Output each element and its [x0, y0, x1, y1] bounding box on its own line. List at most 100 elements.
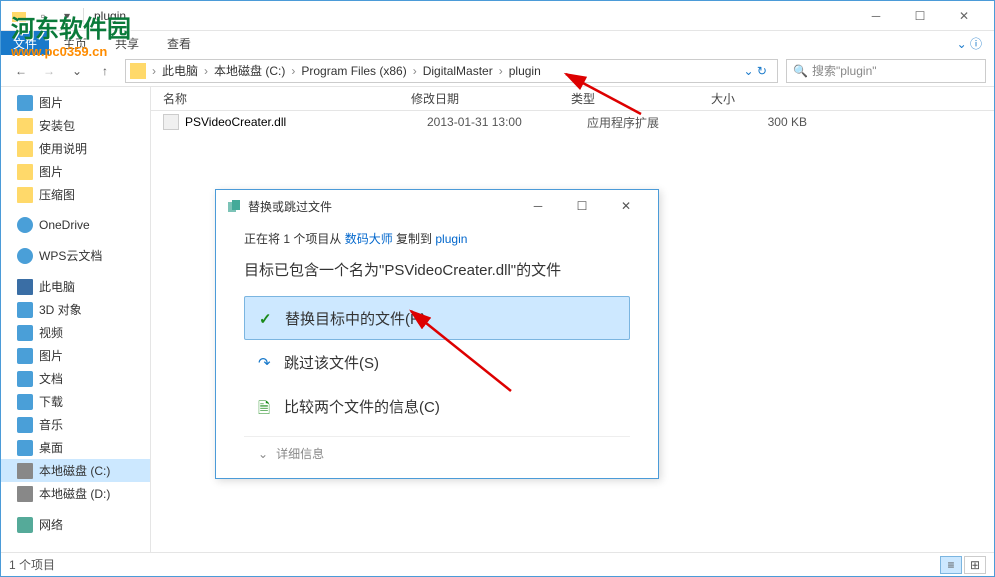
- refresh-button[interactable]: ⌄ ↻: [738, 64, 773, 78]
- copy-info: 正在将 1 个项目从 数码大师 复制到 plugin: [244, 230, 630, 247]
- sidebar-item-downloads[interactable]: 下载: [1, 390, 150, 413]
- col-type[interactable]: 类型: [571, 90, 711, 107]
- maximize-button[interactable]: ☐: [898, 1, 942, 31]
- back-button[interactable]: ←: [9, 59, 33, 83]
- ribbon: 文件 主页 共享 查看 ⌄ ⓘ: [1, 31, 994, 55]
- option-skip[interactable]: ↷ 跳过该文件(S): [244, 340, 630, 384]
- sidebar-item-onedrive[interactable]: OneDrive: [1, 214, 150, 236]
- option-replace[interactable]: ✓ 替换目标中的文件(R): [244, 296, 630, 340]
- copy-source-link[interactable]: 数码大师: [345, 232, 393, 246]
- address-bar[interactable]: › 此电脑 › 本地磁盘 (C:) › Program Files (x86) …: [125, 59, 778, 83]
- desktop-icon: [17, 440, 33, 456]
- properties-icon[interactable]: ▫: [33, 6, 53, 26]
- video-icon: [17, 325, 33, 341]
- sidebar-item-readme[interactable]: 使用说明: [1, 137, 150, 160]
- crumb-thispc[interactable]: 此电脑: [158, 62, 202, 79]
- option-skip-label: 跳过该文件(S): [284, 352, 379, 373]
- file-type: 应用程序扩展: [587, 114, 727, 131]
- folder-icon: [130, 63, 146, 79]
- 3d-icon: [17, 302, 33, 318]
- help-icon[interactable]: ⌄ ⓘ: [945, 35, 994, 52]
- network-icon: [17, 517, 33, 533]
- sidebar-item-music[interactable]: 音乐: [1, 413, 150, 436]
- crumb-pf[interactable]: Program Files (x86): [297, 64, 410, 78]
- crumb-drive[interactable]: 本地磁盘 (C:): [210, 62, 289, 79]
- separator: [83, 8, 84, 24]
- option-compare-label: 比较两个文件的信息(C): [284, 396, 440, 417]
- search-input[interactable]: 🔍 搜索"plugin": [786, 59, 986, 83]
- search-placeholder: 搜索"plugin": [812, 62, 877, 79]
- dll-icon: [163, 114, 179, 130]
- pictures-icon: [17, 348, 33, 364]
- status-bar: 1 个项目 ≡ ⊞: [1, 552, 994, 576]
- sidebar-item-disk-c[interactable]: 本地磁盘 (C:): [1, 459, 150, 482]
- option-replace-label: 替换目标中的文件(R): [285, 308, 426, 329]
- details-toggle[interactable]: ⌄ 详细信息: [244, 436, 630, 470]
- sidebar-item-thispc[interactable]: 此电脑: [1, 275, 150, 298]
- file-size: 300 KB: [727, 115, 827, 129]
- dialog-minimize[interactable]: ─: [516, 192, 560, 220]
- search-icon: 🔍: [793, 64, 808, 78]
- tab-view[interactable]: 查看: [153, 31, 205, 56]
- sidebar-item-compressed[interactable]: 压缩图: [1, 183, 150, 206]
- view-icons-button[interactable]: ⊞: [964, 556, 986, 574]
- copy-dest-link[interactable]: plugin: [435, 232, 467, 246]
- tab-share[interactable]: 共享: [101, 31, 153, 56]
- onedrive-icon: [17, 217, 33, 233]
- up-button[interactable]: ↑: [93, 59, 117, 83]
- file-conflict-dialog: 替换或跳过文件 ─ ☐ ✕ 正在将 1 个项目从 数码大师 复制到 plugin…: [215, 189, 659, 479]
- sidebar-item-videos[interactable]: 视频: [1, 321, 150, 344]
- dropdown-icon[interactable]: ▾: [57, 6, 77, 26]
- disk-icon: [17, 486, 33, 502]
- item-count: 1 个项目: [9, 556, 55, 573]
- crumb-plugin[interactable]: plugin: [505, 64, 545, 78]
- close-button[interactable]: ✕: [942, 1, 986, 31]
- folder-icon: [17, 118, 33, 134]
- option-compare[interactable]: 🗎 比较两个文件的信息(C): [244, 384, 630, 428]
- folder-icon: [17, 141, 33, 157]
- sidebar-item-images[interactable]: 图片: [1, 160, 150, 183]
- sidebar-item-disk-d[interactable]: 本地磁盘 (D:): [1, 482, 150, 505]
- conflict-message: 目标已包含一个名为"PSVideoCreater.dll"的文件: [244, 259, 630, 280]
- chevron-icon[interactable]: ›: [202, 64, 210, 78]
- sidebar-item-wps[interactable]: WPS云文档: [1, 244, 150, 267]
- col-name[interactable]: 名称: [151, 90, 411, 107]
- column-headers: 名称 修改日期 类型 大小: [151, 87, 994, 111]
- tab-home[interactable]: 主页: [49, 31, 101, 56]
- forward-button[interactable]: →: [37, 59, 61, 83]
- pictures-icon: [17, 95, 33, 111]
- sidebar-item-3d[interactable]: 3D 对象: [1, 298, 150, 321]
- minimize-button[interactable]: ─: [854, 1, 898, 31]
- file-name: PSVideoCreater.dll: [185, 115, 427, 129]
- sidebar-item-pictures2[interactable]: 图片: [1, 344, 150, 367]
- wps-icon: [17, 248, 33, 264]
- crumb-dm[interactable]: DigitalMaster: [419, 64, 497, 78]
- sidebar-item-install[interactable]: 安装包: [1, 114, 150, 137]
- chevron-down-icon: ⌄: [258, 447, 268, 461]
- sidebar-item-pictures[interactable]: 图片: [1, 91, 150, 114]
- tab-file[interactable]: 文件: [1, 31, 49, 55]
- chevron-icon[interactable]: ›: [150, 64, 158, 78]
- dialog-maximize[interactable]: ☐: [560, 192, 604, 220]
- file-row[interactable]: PSVideoCreater.dll 2013-01-31 13:00 应用程序…: [151, 111, 994, 133]
- sidebar-item-network[interactable]: 网络: [1, 513, 150, 536]
- chevron-icon[interactable]: ›: [497, 64, 505, 78]
- nav-bar: ← → ⌄ ↑ › 此电脑 › 本地磁盘 (C:) › Program File…: [1, 55, 994, 87]
- dialog-title-bar: 替换或跳过文件 ─ ☐ ✕: [216, 190, 658, 222]
- col-date[interactable]: 修改日期: [411, 90, 571, 107]
- documents-icon: [17, 371, 33, 387]
- skip-icon: ↷: [258, 354, 274, 370]
- folder-icon: [17, 164, 33, 180]
- window-title: plugin: [94, 9, 126, 23]
- col-size[interactable]: 大小: [711, 90, 811, 107]
- downloads-icon: [17, 394, 33, 410]
- chevron-icon[interactable]: ›: [411, 64, 419, 78]
- file-date: 2013-01-31 13:00: [427, 115, 587, 129]
- dialog-title: 替换或跳过文件: [248, 198, 332, 215]
- sidebar-item-desktop[interactable]: 桌面: [1, 436, 150, 459]
- sidebar-item-documents[interactable]: 文档: [1, 367, 150, 390]
- recent-dropdown[interactable]: ⌄: [65, 59, 89, 83]
- view-details-button[interactable]: ≡: [940, 556, 962, 574]
- chevron-icon[interactable]: ›: [289, 64, 297, 78]
- dialog-close[interactable]: ✕: [604, 192, 648, 220]
